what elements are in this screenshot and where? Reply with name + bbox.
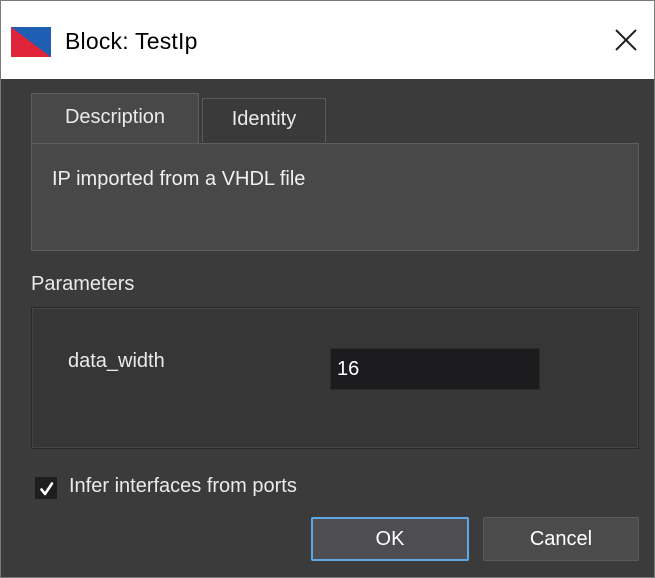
title-bar[interactable]: Block: TestIp [1,1,654,79]
tab-description-label: Description [64,106,166,128]
param-data-width-input[interactable] [330,348,540,390]
ok-button[interactable]: OK [311,517,469,561]
parameters-heading: Parameters [31,273,135,295]
param-data-width-label: data_width [68,350,165,372]
dialog-window: Block: TestIp Description Identity IP im… [0,0,655,578]
description-text: IP imported from a VHDL file [52,168,306,190]
tab-identity[interactable]: Identity [202,98,326,142]
infer-interfaces-label[interactable]: Infer interfaces from ports [69,475,297,498]
tab-description[interactable]: Description [31,93,199,145]
parameters-panel: data_width [31,307,639,449]
check-icon [40,482,54,496]
app-logo-icon [11,27,51,57]
cancel-button[interactable]: Cancel [483,517,639,561]
description-pane: IP imported from a VHDL file [31,143,639,251]
window-title: Block: TestIp [65,28,198,54]
close-icon[interactable] [605,19,647,61]
infer-interfaces-checkbox[interactable] [35,477,57,499]
tab-identity-label: Identity [231,108,297,130]
